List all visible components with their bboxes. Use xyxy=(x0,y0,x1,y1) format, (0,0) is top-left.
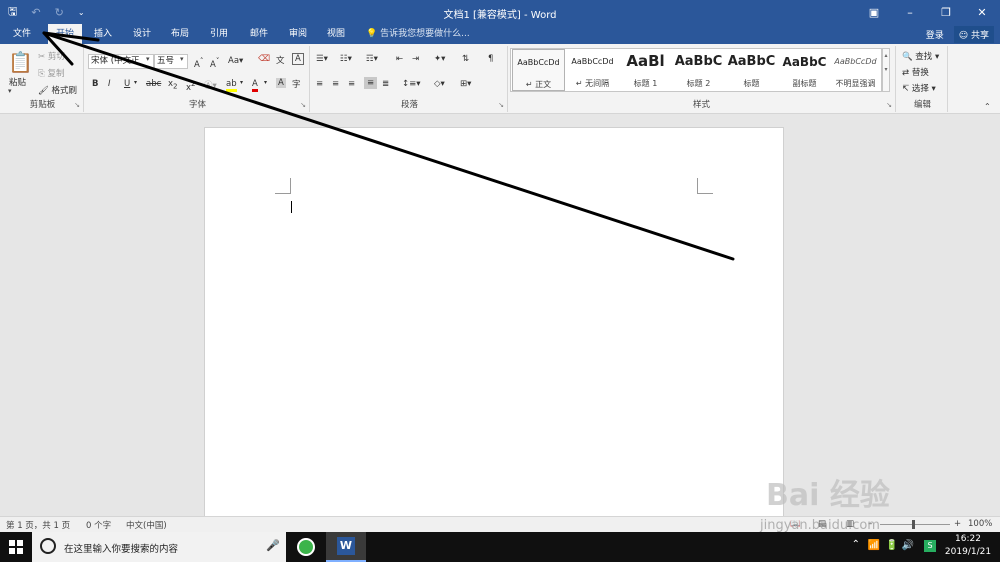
annotation-arrow-shaft xyxy=(42,31,735,261)
annotation-arrow xyxy=(42,31,735,261)
